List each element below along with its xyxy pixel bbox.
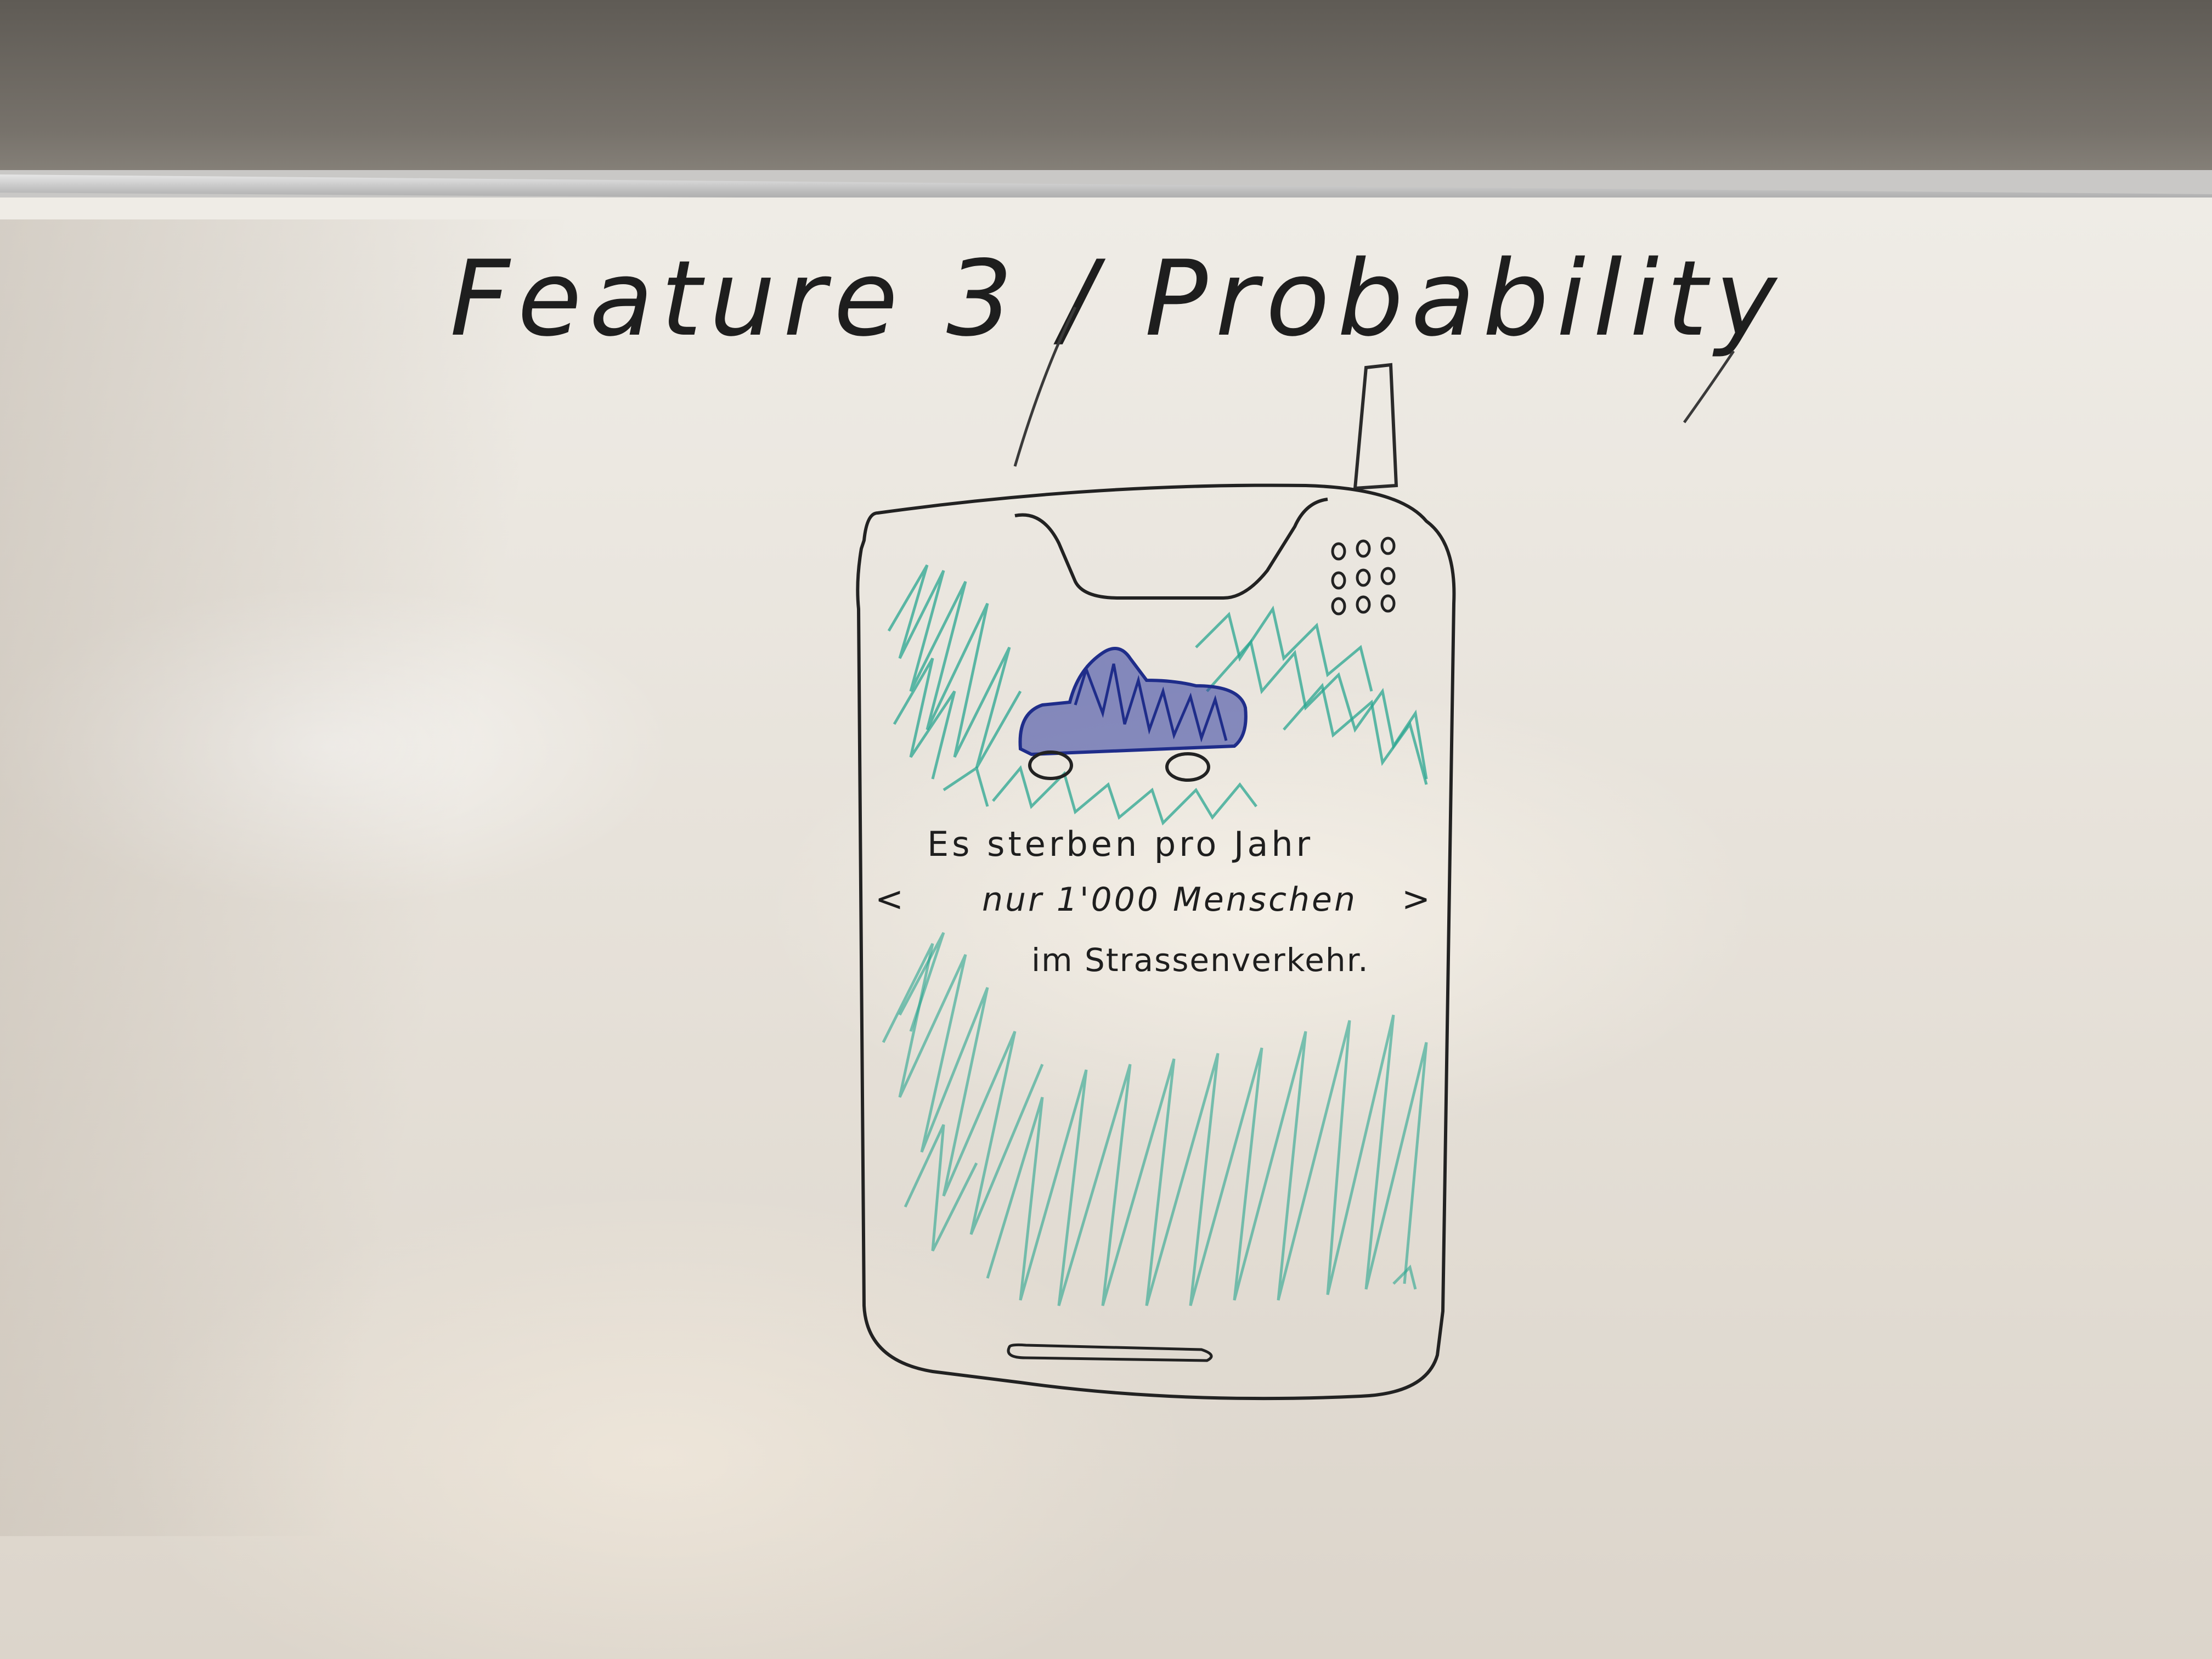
next-arrow[interactable]: > — [1402, 879, 1430, 919]
whiteboard-drawing: Feature 3 / Probability Es sterben pro J… — [450, 238, 1785, 1401]
heading-text: Feature 3 / Probability — [450, 238, 1785, 359]
antenna-icon — [1353, 363, 1398, 490]
car-icon — [1018, 647, 1248, 782]
pointer-line-right — [1683, 350, 1735, 424]
message-line-2: nur 1'000 Menschen — [982, 881, 1357, 919]
message-line-3: im Strassenverkehr. — [1031, 941, 1369, 979]
speaker-grille-icon — [1331, 537, 1396, 616]
prev-arrow[interactable]: < — [875, 879, 904, 919]
message-line-1: Es sterben pro Jahr — [927, 824, 1313, 864]
green-hatching-bottom — [882, 932, 1428, 1306]
